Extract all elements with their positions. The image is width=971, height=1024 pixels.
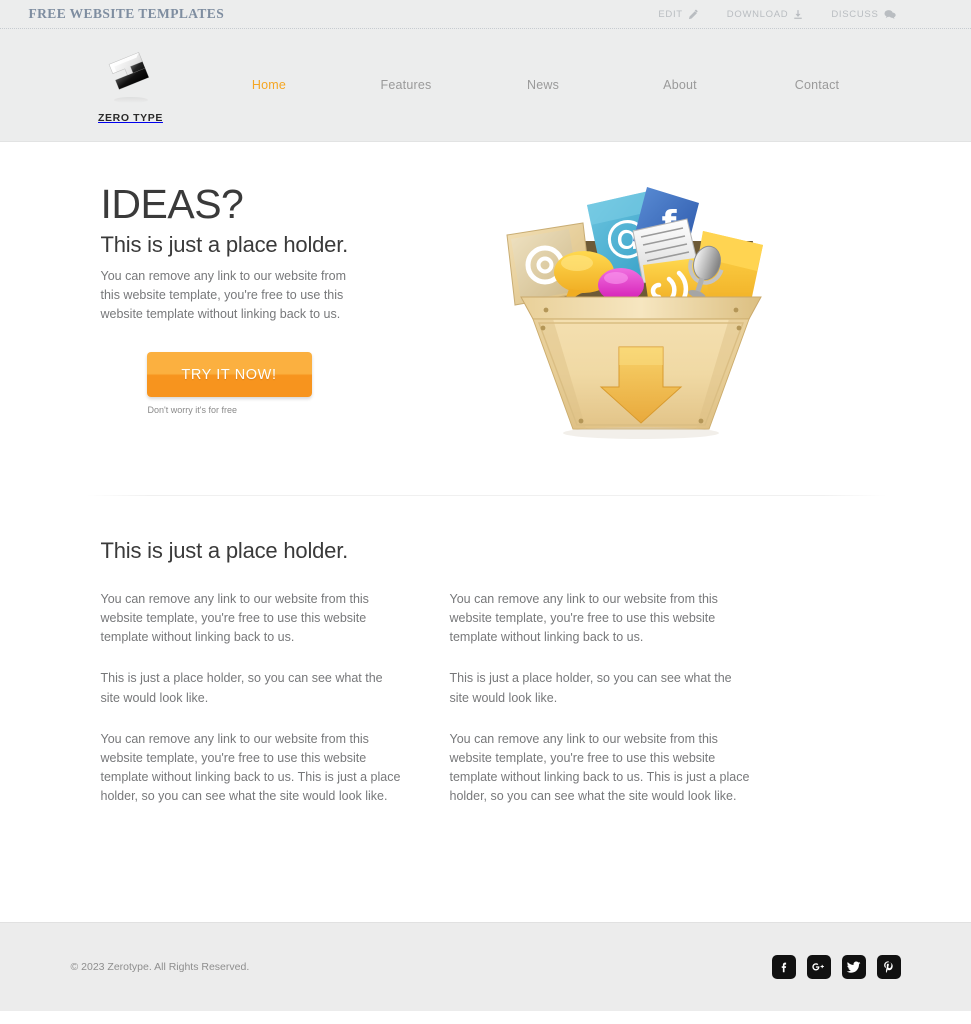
download-crate-illustration-icon: @ f (491, 179, 791, 444)
social-links (771, 955, 901, 980)
google-plus-icon (811, 960, 826, 974)
hero-paragraph: You can remove any link to our website f… (100, 268, 347, 322)
facebook-icon (777, 960, 791, 974)
comment-icon (883, 9, 896, 20)
twitter-icon (846, 961, 861, 974)
hero-section: IDEAS? This is just a place holder. You … (0, 142, 971, 496)
content-columns: You can remove any link to our website f… (86, 590, 886, 806)
nav-item-contact[interactable]: Contact (749, 78, 886, 92)
cta-note: Don't worry it's for free (147, 405, 237, 416)
copyright-text: © 2023 Zerotype. All Rights Reserved. (70, 961, 250, 974)
hero-heading: IDEAS? (100, 181, 244, 227)
content-column-left: You can remove any link to our website f… (101, 590, 401, 806)
pencil-icon (688, 9, 699, 20)
hero-cta-group: TRY IT NOW! Don't worry it's for free (101, 352, 386, 415)
discuss-link-label: DISCUSS (831, 8, 879, 20)
hero-illustration-wrap: @ f (386, 184, 886, 444)
content-paragraph: You can remove any link to our website f… (449, 731, 750, 803)
hero-copy: IDEAS? This is just a place holder. You … (86, 181, 386, 415)
content-heading: This is just a place holder. (100, 538, 349, 563)
nav-item-home[interactable]: Home (201, 78, 338, 92)
try-it-now-button[interactable]: TRY IT NOW! (146, 352, 312, 398)
content-paragraph: You can remove any link to our website f… (100, 731, 401, 803)
nav-item-about[interactable]: About (612, 78, 749, 92)
brand-logo-link[interactable]: ZERO TYPE (71, 46, 191, 124)
discuss-link[interactable]: DISCUSS (831, 8, 896, 20)
content-column-right: You can remove any link to our website f… (450, 590, 750, 806)
nav-item-news[interactable]: News (475, 78, 612, 92)
hero-divider (85, 495, 886, 496)
twitter-link[interactable] (841, 955, 866, 980)
content-paragraph: You can remove any link to our website f… (449, 592, 718, 645)
top-utility-bar: FREE WEBSITE TEMPLATES EDIT DOWNLOAD DIS… (0, 0, 971, 29)
site-header: ZERO TYPE Home Features News About Conta… (0, 29, 971, 142)
content-section: This is just a place holder. You can rem… (0, 496, 971, 923)
hero-subheading: This is just a place holder. (100, 231, 349, 257)
freewebsitetemplates-title: FREE WEBSITE TEMPLATES (28, 6, 225, 21)
google-plus-link[interactable] (806, 955, 831, 980)
top-links-group: EDIT DOWNLOAD DISCUSS (658, 8, 896, 20)
download-link-label: DOWNLOAD (726, 8, 789, 20)
content-paragraph: You can remove any link to our website f… (100, 592, 369, 645)
content-paragraph: This is just a place holder, so you can … (449, 671, 732, 705)
edit-link-label: EDIT (658, 8, 683, 20)
edit-link[interactable]: EDIT (658, 9, 698, 20)
nav-item-features[interactable]: Features (338, 78, 475, 92)
brand-name: ZERO TYPE (98, 112, 163, 124)
zerotype-cube-logo-icon (102, 50, 160, 108)
download-link[interactable]: DOWNLOAD (727, 9, 804, 20)
main-navigation: Home Features News About Contact (191, 78, 886, 92)
pinterest-link[interactable] (876, 955, 901, 980)
download-icon (793, 9, 803, 20)
content-paragraph: This is just a place holder, so you can … (100, 671, 383, 705)
site-footer: © 2023 Zerotype. All Rights Reserved. (0, 922, 971, 1012)
facebook-link[interactable] (771, 955, 796, 980)
pinterest-icon (882, 960, 895, 974)
